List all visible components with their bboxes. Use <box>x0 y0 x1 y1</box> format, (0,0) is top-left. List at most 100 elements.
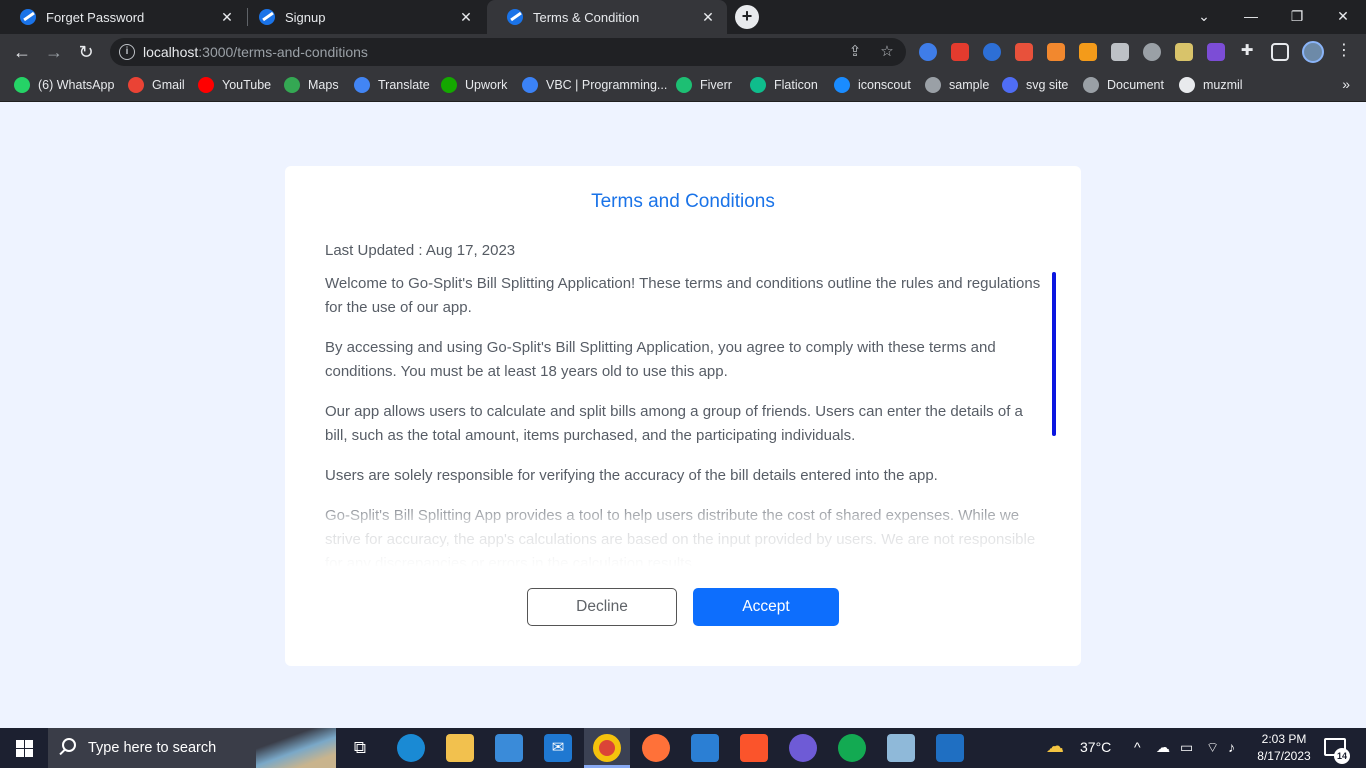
extension-icon[interactable] <box>1079 43 1097 61</box>
chrome-icon[interactable] <box>593 734 621 762</box>
task-view-icon[interactable]: ⧉ <box>346 734 374 762</box>
bookmark-item[interactable]: iconscout <box>834 76 911 94</box>
share-icon[interactable]: ⇪ <box>846 43 864 61</box>
clock-time: 2:03 PM <box>1261 732 1307 746</box>
site-info-icon[interactable]: i <box>119 44 135 60</box>
metamask-fox-icon[interactable] <box>1047 43 1065 61</box>
onedrive-cloud-icon[interactable]: ☁ <box>1156 739 1170 756</box>
photos-icon[interactable] <box>936 734 964 762</box>
microsoft-store-icon[interactable] <box>495 734 523 762</box>
battery-icon[interactable]: ▭ <box>1180 739 1193 756</box>
bookmark-item[interactable]: Translate <box>354 76 430 94</box>
windows-taskbar: Type here to search ⧉ ✉ ☁ 37°C ^ ☁ ▭ ⌔ ♪… <box>0 728 1366 768</box>
tray-chevron-up-icon[interactable]: ^ <box>1134 739 1141 755</box>
search-highlight-image <box>256 728 336 768</box>
mongodb-compass-icon[interactable] <box>838 734 866 762</box>
reload-icon[interactable]: ↻ <box>73 39 99 65</box>
bookmark-item[interactable]: sample <box>925 76 989 94</box>
extension-icon[interactable] <box>951 43 969 61</box>
bookmark-item[interactable]: Document <box>1083 76 1164 94</box>
url-host: localhost <box>143 44 199 60</box>
bookmark-item[interactable]: Maps <box>284 76 339 94</box>
forward-arrow-icon[interactable]: → <box>41 39 67 65</box>
minimize-button[interactable]: — <box>1228 0 1274 34</box>
browser-tab-strip: Forget Password ✕ Signup ✕ Terms & Condi… <box>0 0 1366 34</box>
taskbar-clock[interactable]: 2:03 PM 8/17/2023 <box>1252 731 1316 765</box>
terms-scroll-area[interactable]: Welcome to Go-Split's Bill Splitting App… <box>325 272 1045 566</box>
more-menu-icon[interactable]: ⋮ <box>1336 42 1352 60</box>
bookmark-item[interactable]: Flaticon <box>750 76 818 94</box>
pen-icon[interactable] <box>1175 43 1193 61</box>
bookmark-item[interactable]: svg site <box>1002 76 1068 94</box>
volume-icon[interactable]: ♪ <box>1228 739 1235 755</box>
restore-button[interactable]: ❐ <box>1274 0 1320 34</box>
decline-button[interactable]: Decline <box>527 588 677 626</box>
bookmark-label: Upwork <box>465 78 508 92</box>
bookmark-item[interactable]: Fiverr <box>676 76 732 94</box>
bookmark-favicon-icon <box>1002 77 1018 93</box>
file-explorer-icon[interactable] <box>446 734 474 762</box>
bookmark-favicon-icon <box>925 77 941 93</box>
bookmark-item[interactable]: muzmil <box>1179 76 1243 94</box>
bookmark-label: Document <box>1107 78 1164 92</box>
eyedropper-icon[interactable] <box>1111 43 1129 61</box>
bookmark-label: Maps <box>308 78 339 92</box>
last-updated-text: Last Updated : Aug 17, 2023 <box>325 242 516 259</box>
firefox-icon[interactable] <box>642 734 670 762</box>
extension-icon[interactable] <box>919 43 937 61</box>
puzzle-extensions-icon[interactable]: ✚ <box>1238 42 1256 60</box>
weather-icon[interactable]: ☁ <box>1046 736 1064 757</box>
bookmarks-bar: » (6) WhatsApp Gmail YouTube Maps Translate U… <box>0 69 1366 102</box>
app-window-icon[interactable] <box>887 734 915 762</box>
window-close-button[interactable]: ✕ <box>1320 0 1366 34</box>
close-icon[interactable]: ✕ <box>218 8 236 26</box>
back-arrow-icon[interactable]: ← <box>9 39 35 65</box>
bookmark-label: Fiverr <box>700 78 732 92</box>
notification-count-badge: 14 <box>1334 748 1350 764</box>
profile-avatar[interactable] <box>1302 41 1324 63</box>
bookmark-item[interactable]: VBC | Programming... <box>522 76 667 94</box>
address-bar[interactable]: i localhost:3000/terms-and-conditions ⇪ … <box>110 38 906 66</box>
accept-button[interactable]: Accept <box>693 588 839 626</box>
site-favicon-icon <box>507 9 523 25</box>
bookmark-favicon-icon <box>1083 77 1099 93</box>
vscode-icon[interactable] <box>691 734 719 762</box>
bookmark-favicon-icon <box>676 77 692 93</box>
wifi-icon[interactable]: ⌔ <box>1206 739 1219 757</box>
bookmark-item[interactable]: (6) WhatsApp <box>14 76 114 94</box>
bookmark-item[interactable]: YouTube <box>198 76 271 94</box>
page-viewport: Terms and Conditions Last Updated : Aug … <box>0 102 1366 728</box>
tab-forget-password[interactable]: Forget Password ✕ <box>0 0 246 34</box>
scrollbar-thumb[interactable] <box>1052 272 1056 436</box>
tab-signup[interactable]: Signup ✕ <box>239 0 485 34</box>
bookmark-label: YouTube <box>222 78 272 92</box>
app-circle-icon[interactable] <box>789 734 817 762</box>
extension-icon[interactable] <box>983 43 1001 61</box>
tab-search-chevron-icon[interactable]: ⌄ <box>1181 0 1227 34</box>
bookmark-favicon-icon <box>284 77 300 93</box>
extension-icon[interactable] <box>1207 43 1225 61</box>
url-text[interactable]: localhost:3000/terms-and-conditions <box>143 44 368 60</box>
more-bookmarks-chevron-icon[interactable]: » <box>1342 76 1350 92</box>
temperature-text[interactable]: 37°C <box>1080 739 1111 755</box>
bookmark-item[interactable]: Upwork <box>441 76 507 94</box>
close-icon[interactable]: ✕ <box>457 8 475 26</box>
windows-start-icon[interactable] <box>0 728 48 768</box>
url-path: :3000/terms-and-conditions <box>198 44 368 60</box>
taskbar-search-box[interactable]: Type here to search <box>48 728 336 768</box>
bookmark-item[interactable]: Gmail <box>128 76 185 94</box>
new-tab-button[interactable]: + <box>735 5 759 29</box>
mail-icon[interactable]: ✉ <box>544 734 572 762</box>
extension-icon[interactable] <box>1015 43 1033 61</box>
bookmark-label: muzmil <box>1203 78 1243 92</box>
page-title: Terms and Conditions <box>591 191 775 212</box>
bookmark-label: sample <box>949 78 990 92</box>
star-bookmark-icon[interactable]: ☆ <box>878 43 896 61</box>
brave-icon[interactable] <box>740 734 768 762</box>
side-panel-icon[interactable] <box>1271 43 1289 61</box>
tab-terms-condition[interactable]: Terms & Condition ✕ <box>487 0 727 34</box>
edge-browser-icon[interactable] <box>397 734 425 762</box>
extension-icon[interactable] <box>1143 43 1161 61</box>
close-icon[interactable]: ✕ <box>699 8 717 26</box>
bookmark-favicon-icon <box>1179 77 1195 93</box>
